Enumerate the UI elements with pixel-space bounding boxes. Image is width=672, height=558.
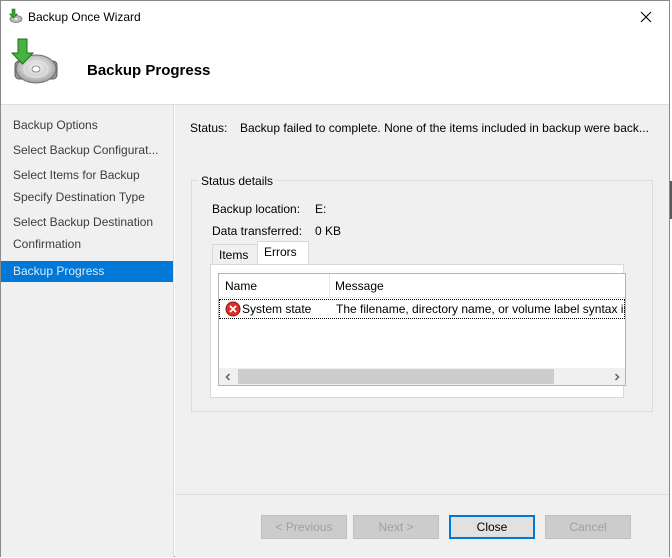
tab-errors[interactable]: Errors	[257, 241, 309, 266]
error-message-cell: The filename, directory name, or volume …	[336, 302, 625, 316]
column-header-name[interactable]: Name	[219, 274, 329, 298]
errors-list[interactable]: Name Message System state The filename, …	[218, 273, 626, 386]
wizard-header: Backup Progress	[1, 32, 669, 105]
page-title: Backup Progress	[87, 62, 211, 79]
close-window-button[interactable]	[623, 1, 669, 32]
nav-step-backup-destination[interactable]: Select Backup Destination	[1, 212, 173, 233]
content-panel: Status: Backup failed to complete. None …	[175, 105, 669, 494]
scroll-right-icon	[614, 372, 620, 381]
nav-step-select-items[interactable]: Select Items for Backup	[1, 165, 173, 186]
wizard-steps-nav: Backup Options Select Backup Configurat.…	[1, 105, 174, 557]
tab-strip: Items Errors	[210, 241, 410, 266]
table-row[interactable]: System state The filename, directory nam…	[219, 299, 625, 319]
previous-button[interactable]: < Previous	[261, 515, 347, 539]
backup-location-value: E:	[315, 202, 327, 216]
wizard-footer: < Previous Next > Close Cancel	[175, 494, 669, 557]
error-name-cell: System state	[242, 302, 312, 316]
scroll-left-icon	[224, 372, 230, 381]
errors-tab-panel: Name Message System state The filename, …	[210, 264, 626, 398]
nav-step-destination-type[interactable]: Specify Destination Type	[1, 187, 173, 208]
backup-location-label: Backup location:	[212, 202, 301, 216]
backup-disc-icon	[10, 38, 58, 84]
next-button[interactable]: Next >	[353, 515, 439, 539]
close-icon	[640, 11, 652, 22]
data-transferred-value: 0 KB	[315, 224, 342, 238]
nav-step-backup-options[interactable]: Backup Options	[1, 115, 173, 136]
tab-items[interactable]: Items	[212, 244, 258, 266]
nav-step-confirmation[interactable]: Confirmation	[1, 234, 173, 255]
errors-list-header: Name Message	[219, 274, 625, 298]
status-details-legend: Status details	[198, 174, 277, 188]
nav-step-backup-progress[interactable]: Backup Progress	[1, 261, 173, 282]
error-icon	[225, 301, 241, 317]
data-transferred-label: Data transferred:	[212, 224, 303, 238]
window-title: Backup Once Wizard	[28, 10, 141, 24]
backup-app-icon	[8, 8, 23, 23]
scrollbar-thumb[interactable]	[238, 369, 554, 384]
scroll-left-button[interactable]	[219, 368, 236, 385]
horizontal-scrollbar[interactable]	[219, 368, 625, 385]
title-bar: Backup Once Wizard	[1, 1, 669, 32]
close-button[interactable]: Close	[449, 515, 535, 539]
status-message: Backup failed to complete. None of the i…	[240, 121, 649, 135]
status-label: Status:	[190, 121, 228, 135]
nav-step-select-configuration[interactable]: Select Backup Configurat...	[1, 140, 173, 161]
scroll-right-button[interactable]	[608, 368, 625, 385]
wizard-window: Backup Once Wizard Backup Progress Backu…	[0, 0, 670, 557]
cancel-button[interactable]: Cancel	[545, 515, 631, 539]
status-details-group: Status details Backup location: E: Data …	[191, 174, 653, 412]
column-header-message[interactable]: Message	[329, 274, 625, 298]
